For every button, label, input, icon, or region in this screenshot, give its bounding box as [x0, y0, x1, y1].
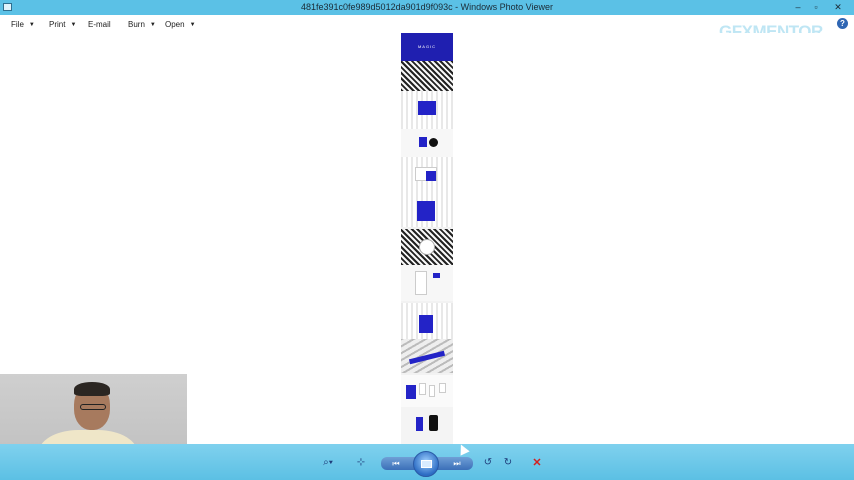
image-mockup-block: [401, 91, 453, 129]
title-bar: 481fe391c0fe989d5012da901d9f093c - Windo…: [0, 0, 854, 15]
rotate-clockwise-icon[interactable]: ↻: [501, 457, 515, 469]
slideshow-icon: [421, 460, 432, 468]
rotate-counterclockwise-icon[interactable]: ↺: [481, 457, 495, 469]
chevron-down-icon: ▼: [70, 22, 77, 28]
image-mockup-block: [401, 375, 453, 407]
chevron-down-icon: ▼: [189, 22, 196, 28]
delete-icon[interactable]: ✕: [530, 457, 544, 469]
magnifier-icon[interactable]: ⌕▾: [317, 457, 339, 469]
chevron-down-icon: ▼: [28, 22, 35, 28]
image-mockup-block: [401, 157, 453, 193]
image-mockup-block: [401, 129, 453, 157]
image-pattern-block: [401, 61, 453, 91]
image-mockup-block: [401, 407, 453, 444]
actual-size-icon[interactable]: ⊹: [354, 457, 368, 469]
menu-file[interactable]: File ▼: [11, 20, 35, 29]
image-mockup-block: [401, 339, 453, 373]
image-mockup-block: [401, 265, 453, 301]
minimize-button[interactable]: –: [788, 0, 808, 15]
next-icon[interactable]: ⏭: [451, 459, 463, 468]
menu-open[interactable]: Open ▼: [165, 20, 196, 29]
image-pattern-block: [401, 229, 453, 265]
previous-icon[interactable]: ⏮: [390, 459, 402, 468]
maximize-button[interactable]: ▫: [806, 0, 826, 15]
image-mockup-block: [401, 193, 453, 227]
image-mockup-block: [401, 303, 453, 339]
chevron-down-icon: ▼: [149, 22, 156, 28]
menu-print[interactable]: Print ▼: [49, 20, 76, 29]
window-title: 481fe391c0fe989d5012da901d9f093c - Windo…: [300, 2, 554, 12]
menu-email[interactable]: E-mail: [88, 20, 111, 29]
help-icon[interactable]: ?: [837, 18, 848, 29]
navigation-toolbar: ⌕▾ ⊹ ⏮ ⏭ ↺ ↻ ✕: [0, 444, 854, 480]
image-header-block: MAGIC: [401, 33, 453, 61]
close-button[interactable]: ✕: [828, 0, 848, 15]
slideshow-button[interactable]: [413, 451, 439, 477]
image-brand-text: MAGIC: [417, 44, 437, 49]
displayed-image: MAGIC: [401, 33, 453, 444]
menu-burn[interactable]: Burn ▼: [128, 20, 156, 29]
